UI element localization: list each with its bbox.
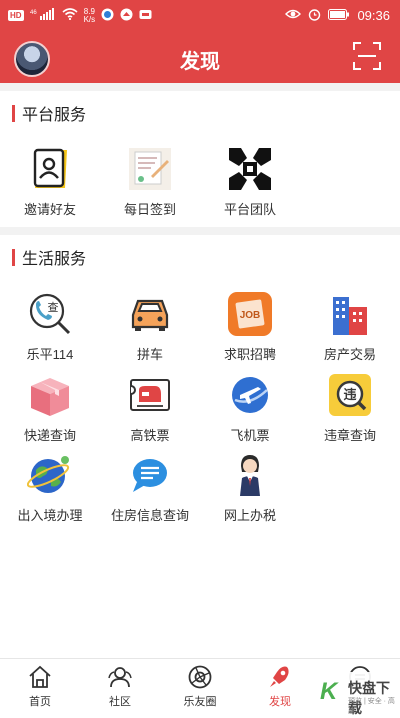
section-divider: [0, 83, 400, 91]
item-label: 飞机票: [230, 428, 270, 443]
svg-text:违: 违: [343, 387, 356, 403]
home-icon: [29, 665, 51, 688]
item-label: 网上办税: [223, 508, 276, 523]
airplane-icon: [232, 377, 268, 413]
leping-114-item[interactable]: 查 乐平114: [0, 291, 100, 363]
section-title-text: 平台服务: [22, 107, 87, 124]
app-notification-icon: [101, 8, 114, 24]
app-header: 发现: [0, 31, 400, 83]
platform-section-title: 平台服务: [12, 101, 86, 125]
item-label: 邀请好友: [23, 202, 76, 217]
checkin-note-icon: [129, 148, 171, 190]
housing-info-item[interactable]: 住房信息查询: [100, 452, 200, 524]
battery-icon: [328, 8, 350, 23]
platform-team-item[interactable]: 平台团队: [200, 146, 300, 218]
alarm-icon: [308, 8, 321, 24]
violation-icon: 违: [329, 374, 371, 416]
tab-label: 首页: [29, 696, 51, 708]
watermark-mark: K: [320, 678, 338, 705]
watermark-subtitle: 预览 | 安全 · 高速: [348, 698, 395, 715]
item-label: 每日签到: [123, 202, 176, 217]
flight-ticket-item[interactable]: 飞机票: [200, 372, 300, 444]
item-label: 违章查询: [323, 428, 376, 443]
tab-label: 乐友圈: [183, 696, 217, 708]
tab-community[interactable]: 社区: [80, 664, 160, 709]
violation-query-item[interactable]: 违 违章查询: [300, 372, 400, 444]
svg-text:46: 46: [30, 10, 37, 16]
watermark-logo: K 快盘下载 预览 | 安全 · 高速: [314, 672, 400, 716]
exit-entry-item[interactable]: 出入境办理: [0, 452, 100, 524]
section-marker: [12, 248, 15, 266]
invite-card-icon: [33, 148, 67, 188]
clock-time: 09:36: [357, 8, 390, 23]
section-marker: [12, 104, 15, 122]
real-estate-item[interactable]: 房产交易: [300, 291, 400, 363]
item-label: 乐平114: [26, 347, 74, 362]
rocket-icon: [270, 666, 289, 687]
tab-label: 社区: [109, 696, 131, 708]
tax-officer-icon: [240, 455, 260, 496]
item-label: 平台团队: [223, 202, 276, 217]
page-title: 发现: [180, 51, 220, 73]
team-pattern-icon: [227, 146, 273, 192]
status-bar: HD 46 8.9 K/s 09:36: [0, 0, 400, 31]
online-tax-item[interactable]: 网上办税: [200, 452, 300, 524]
tab-home[interactable]: 首页: [0, 664, 80, 709]
carpool-item[interactable]: 拼车: [100, 291, 200, 363]
bottom-tab-bar: 首页 社区 乐友圈 发现 K 快盘下载 预览 | 安全 · 高速: [0, 658, 400, 716]
item-label: 快递查询: [23, 428, 76, 443]
package-box-icon: [31, 378, 69, 416]
community-icon: [108, 667, 132, 688]
item-label: 拼车: [136, 347, 163, 362]
phone-search-icon: 查: [29, 293, 71, 335]
job-recruitment-item[interactable]: JOB 求职招聘: [200, 291, 300, 363]
express-query-item[interactable]: 快递查询: [0, 372, 100, 444]
item-label: 求职招聘: [223, 347, 276, 362]
chat-bubble-icon: [133, 459, 167, 492]
section-title-text: 生活服务: [22, 251, 87, 268]
app-notification-icon: [120, 8, 133, 24]
tab-label: 发现: [269, 696, 291, 708]
hd-badge: HD: [8, 10, 24, 21]
life-section-title: 生活服务: [12, 245, 86, 269]
svg-text:查: 查: [48, 300, 59, 314]
eye-icon: [285, 8, 302, 23]
invite-friends-item[interactable]: 邀请好友: [0, 146, 100, 218]
train-ticket-icon: [130, 379, 170, 411]
daily-checkin-item[interactable]: 每日签到: [100, 146, 200, 218]
job-icon: JOB: [228, 292, 272, 336]
item-label: 高铁票: [130, 428, 170, 443]
svg-text:JOB: JOB: [240, 310, 261, 321]
item-label: 房产交易: [323, 347, 376, 362]
section-divider: [0, 227, 400, 235]
aperture-icon: [188, 665, 212, 689]
scan-icon[interactable]: [352, 41, 382, 71]
signal-icon: 46: [30, 8, 56, 23]
globe-icon: [27, 456, 70, 493]
building-icon: [333, 297, 367, 335]
wifi-icon: [62, 8, 78, 23]
item-label: 出入境办理: [17, 508, 83, 523]
item-label: 住房信息查询: [110, 508, 189, 523]
net-speed: 8.9 K/s: [83, 6, 96, 24]
train-ticket-item[interactable]: 高铁票: [100, 372, 200, 444]
tab-discover[interactable]: 发现: [240, 664, 320, 709]
tab-friends-circle[interactable]: 乐友圈: [160, 664, 240, 709]
app-notification-icon: [139, 8, 152, 24]
car-icon: [131, 299, 169, 331]
